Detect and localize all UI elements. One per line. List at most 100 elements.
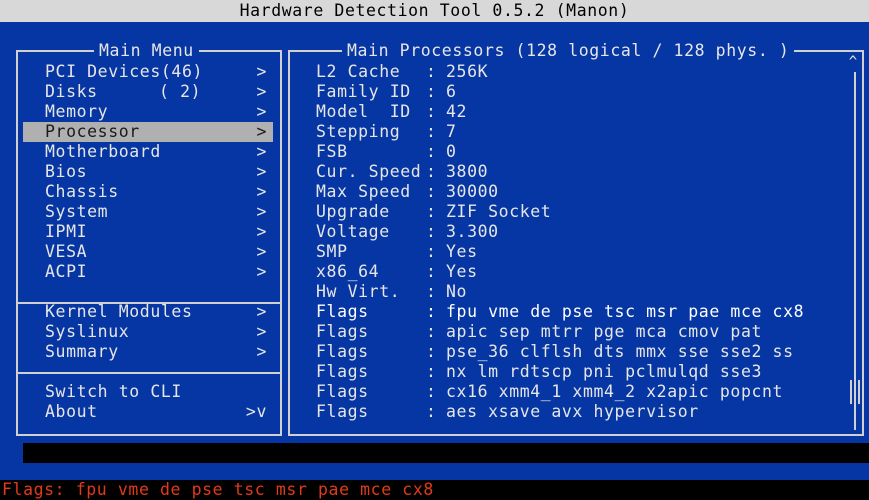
processor-info-row: Model ID:42 <box>316 102 467 122</box>
scrollbar-thumb[interactable] <box>850 380 860 404</box>
processor-info-row: Flags: cx16 xmm4_1 xmm4_2 x2apic popcnt <box>316 382 783 402</box>
chevron-right-icon: > <box>256 242 267 261</box>
menu-item-label: Processor <box>45 122 140 141</box>
info-separator: : <box>426 102 437 121</box>
info-key: Upgrade <box>316 202 390 221</box>
info-key: SMP <box>316 242 348 261</box>
processor-info-row: Max Speed:30000 <box>316 182 499 202</box>
info-key: Max Speed <box>316 182 411 201</box>
menu-item-label: System <box>45 202 109 221</box>
menu-item-pci-devices-46[interactable]: PCI Devices(46) > <box>23 62 273 82</box>
menu-item-label: About <box>45 402 98 421</box>
info-separator: : <box>426 82 437 101</box>
info-value: 3800 <box>446 162 489 181</box>
info-separator: : <box>426 262 437 281</box>
scroll-up-icon[interactable]: ^ <box>846 54 860 70</box>
menu-item-label: Motherboard <box>45 142 161 161</box>
menu-item-vesa[interactable]: VESA > <box>23 242 273 262</box>
info-separator: : <box>426 302 437 321</box>
info-key: Flags <box>316 402 369 421</box>
info-value: cx16 xmm4_1 xmm4_2 x2apic popcnt <box>446 382 784 401</box>
chevron-right-icon: > <box>256 82 267 101</box>
info-key: Stepping <box>316 122 401 141</box>
info-separator: : <box>426 222 437 241</box>
scrollbar-track[interactable] <box>854 72 856 430</box>
menu-item-label: ACPI <box>45 262 88 281</box>
menu-item-motherboard[interactable]: Motherboard > <box>23 142 273 162</box>
info-value: nx lm rdtscp pni pclmulqd sse3 <box>446 362 763 381</box>
info-separator: : <box>426 62 437 81</box>
info-value: 0 <box>446 142 457 161</box>
info-separator: : <box>426 242 437 261</box>
processor-info-row: x86_64: Yes <box>316 262 478 282</box>
processor-info-row: L2 Cache:256K <box>316 62 488 82</box>
info-separator: : <box>426 162 437 181</box>
menu-item-label: Memory <box>45 102 109 121</box>
menu-item-bios[interactable]: Bios > <box>23 162 273 182</box>
menu-item-ipmi[interactable]: IPMI > <box>23 222 273 242</box>
menu-item-count: ( 2) <box>159 82 202 101</box>
processor-info-row: Flags: nx lm rdtscp pni pclmulqd sse3 <box>316 362 762 382</box>
info-value: ZIF Socket <box>446 202 552 221</box>
processor-info-row: Flags: fpu vme de pse tsc msr pae mce cx8 <box>316 302 804 322</box>
processor-info-row: Flags: apic sep mtrr pge mca cmov pat <box>316 322 762 342</box>
menu-item-switch-to-cli[interactable]: Switch to CLI <box>23 382 273 402</box>
status-bar: Flags: fpu vme de pse tsc msr pae mce cx… <box>0 480 869 500</box>
menu-item-label: IPMI <box>45 222 88 241</box>
menu-item-label: VESA <box>45 242 88 261</box>
menu-item-about[interactable]: About >v <box>23 402 273 422</box>
info-separator: : <box>426 182 437 201</box>
menu-item-acpi[interactable]: ACPI > <box>23 262 273 282</box>
info-value: 3.300 <box>446 222 499 241</box>
info-key: FSB <box>316 142 348 161</box>
info-key: L2 Cache <box>316 62 401 81</box>
info-key: Flags <box>316 322 369 341</box>
info-value: apic sep mtrr pge mca cmov pat <box>446 322 763 341</box>
main-menu-panel: Main Menu PCI Devices(46) > Disks( 2) > Memo… <box>16 41 282 436</box>
info-separator: : <box>426 342 437 361</box>
processor-info-row: Flags: aes xsave avx hypervisor <box>316 402 699 422</box>
processor-info-row: Stepping:7 <box>316 122 457 142</box>
chevron-right-icon: > <box>256 302 267 321</box>
info-separator: : <box>426 202 437 221</box>
menu-item-label: Disks <box>45 82 98 101</box>
info-value: 256K <box>446 62 489 81</box>
info-separator: : <box>426 142 437 161</box>
menu-separator <box>18 372 280 374</box>
info-key: Cur. Speed <box>316 162 422 181</box>
chevron-right-icon: > <box>256 122 267 141</box>
chevron-right-icon: > <box>256 162 267 181</box>
menu-item-label: PCI Devices(46) <box>45 62 204 81</box>
menu-item-disks[interactable]: Disks ( 2) > <box>23 82 273 102</box>
chevron-right-icon: > <box>256 262 267 281</box>
info-value: 7 <box>446 122 457 141</box>
menu-item-system[interactable]: System > <box>23 202 273 222</box>
info-separator: : <box>426 402 437 421</box>
info-value: Yes <box>446 262 478 281</box>
chevron-right-icon: > <box>256 322 267 341</box>
info-key: x86_64 <box>316 262 380 281</box>
menu-item-label: Summary <box>45 342 119 361</box>
info-key: Flags <box>316 382 369 401</box>
menu-item-syslinux[interactable]: Syslinux > <box>23 322 273 342</box>
info-value: aes xsave avx hypervisor <box>446 402 699 421</box>
processor-info-row: SMP: Yes <box>316 242 478 262</box>
menu-item-processor[interactable]: Processor > <box>23 122 273 142</box>
main-menu-title: Main Menu <box>94 41 199 61</box>
processor-info-row: Flags: pse_36 clflsh dts mmx sse sse2 ss <box>316 342 794 362</box>
info-separator: : <box>426 122 437 141</box>
info-value: 30000 <box>446 182 499 201</box>
info-key: Voltage <box>316 222 390 241</box>
info-separator: : <box>426 322 437 341</box>
menu-item-chassis[interactable]: Chassis > <box>23 182 273 202</box>
info-key: Model ID <box>316 102 411 121</box>
info-key: Flags <box>316 362 369 381</box>
processor-info-row: Hw Virt.: No <box>316 282 467 302</box>
info-key: Flags <box>316 302 369 321</box>
chevron-right-icon: > <box>256 182 267 201</box>
menu-item-kernel-modules[interactable]: Kernel Modules > <box>23 302 273 322</box>
menu-item-summary[interactable]: Summary > <box>23 342 273 362</box>
info-value: fpu vme de pse tsc msr pae mce cx8 <box>446 302 805 321</box>
menu-item-memory[interactable]: Memory > <box>23 102 273 122</box>
info-value: pse_36 clflsh dts mmx sse sse2 ss <box>446 342 794 361</box>
